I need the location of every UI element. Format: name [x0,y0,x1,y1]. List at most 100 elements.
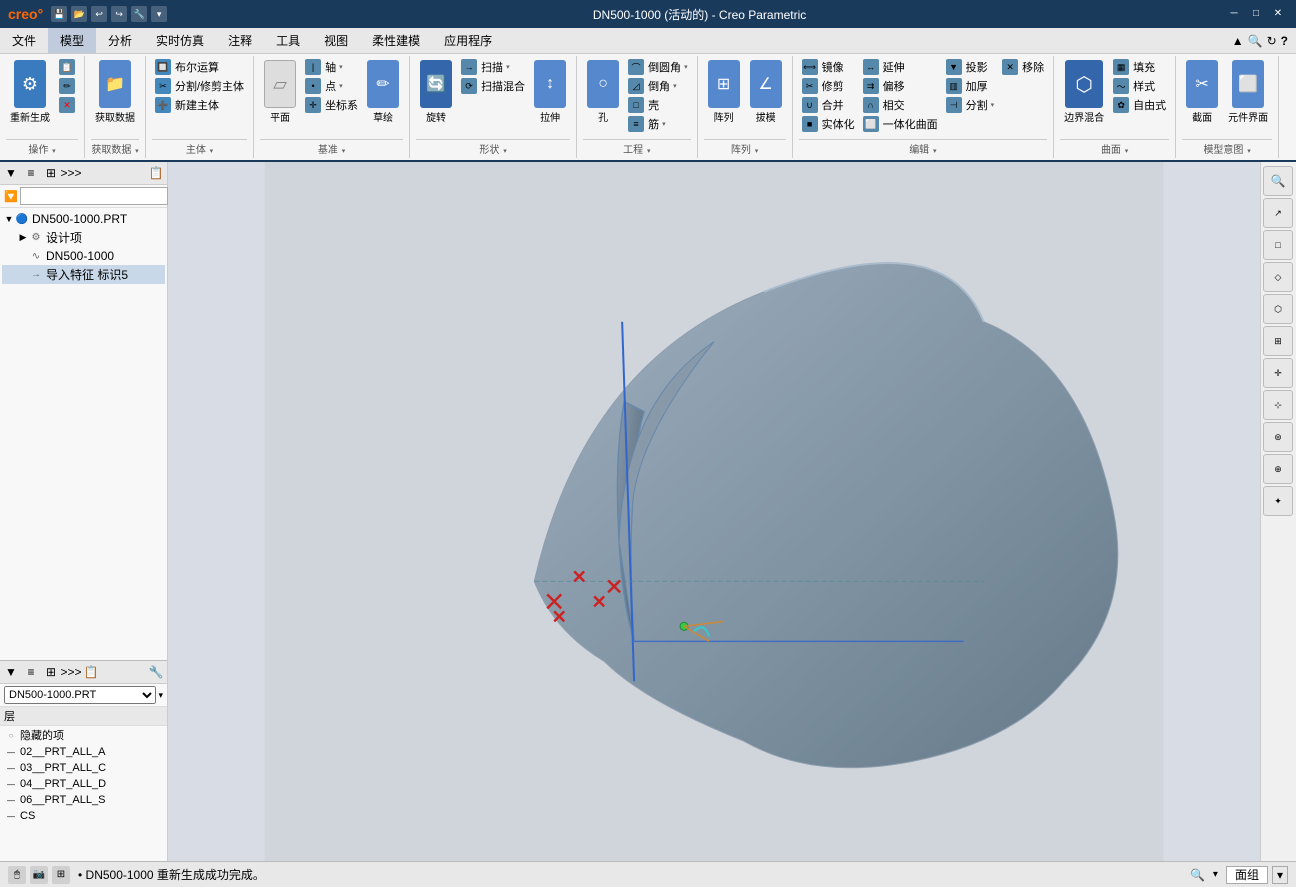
btn-style[interactable]: 〜样式 [1110,77,1169,95]
layer-cs[interactable]: — CS [0,808,167,824]
panel-icon-expand[interactable]: ⊞ [42,164,60,182]
minimize-button[interactable]: ─ [1224,6,1244,22]
nav-up-icon[interactable]: ▲ [1232,34,1244,48]
btn-revolve[interactable]: 🔄 旋转 [416,58,456,126]
btn-sweep-blend[interactable]: ⟳扫描混合 [458,77,528,95]
help-icon[interactable]: ? [1281,34,1288,48]
btn-remove[interactable]: ✕移除 [999,58,1047,76]
menu-simulation[interactable]: 实时仿真 [144,28,216,53]
layer-dropdown[interactable]: DN500-1000.PRT [4,686,156,704]
btn-shell[interactable]: □壳 [625,96,691,114]
layer-04[interactable]: — 04__PRT_ALL_D [0,776,167,792]
btn-hole[interactable]: ○ 孔 [583,58,623,126]
qa-open[interactable]: 📂 [71,6,87,22]
qa-settings[interactable]: 🔧 [131,6,147,22]
layer-02[interactable]: — 02__PRT_ALL_A [0,744,167,760]
btn-split[interactable]: ✂分割/修剪主体 [152,77,247,95]
btn-intersect[interactable]: ∩相交 [860,96,941,114]
panel-icon-clip[interactable]: 📋 [147,164,165,182]
layer-icon-list[interactable]: ≡ [22,663,40,681]
menu-file[interactable]: 文件 [0,28,48,53]
btn-boolean[interactable]: 🔲布尔运算 [152,58,247,76]
btn-newbody[interactable]: ➕新建主体 [152,96,247,114]
btn-thicken[interactable]: ▥加厚 [943,77,998,95]
tree-item-root[interactable]: ▼ 🔵 DN500-1000.PRT [2,210,165,228]
layer-06[interactable]: — 06__PRT_ALL_S [0,792,167,808]
qa-expand[interactable]: ▾ [151,6,167,22]
btn-split-edit[interactable]: ⊣分割▾ [943,96,998,114]
btn-boundary-blend[interactable]: ⬡ 边界混合 [1060,58,1108,126]
tree-expand-root[interactable]: ▼ [4,214,14,224]
menu-annotation[interactable]: 注释 [216,28,264,53]
btn-mirror[interactable]: ⟺镜像 [799,58,858,76]
statusbar-icon-camera[interactable]: 📷 [30,866,48,884]
qa-undo[interactable]: ↩ [91,6,107,22]
tree-filter-input[interactable] [20,187,168,205]
right-btn-grid[interactable]: ⊹ [1263,390,1293,420]
nav-history-icon[interactable]: ↻ [1267,34,1277,48]
btn-op1[interactable]: 📋 [56,58,78,76]
menu-model[interactable]: 模型 [48,28,96,53]
statusbar-search-icon[interactable]: 🔍 [1190,868,1205,882]
btn-solidify[interactable]: ■实体化 [799,115,858,133]
right-btn-add[interactable]: ⊕ [1263,454,1293,484]
right-btn-view4[interactable]: ⬡ [1263,294,1293,324]
btn-regenerate[interactable]: ⚙ 重新生成 [6,58,54,126]
tree-item-dn500[interactable]: ∿ DN500-1000 [2,247,165,265]
right-btn-axis[interactable]: ✛ [1263,358,1293,388]
right-btn-view2[interactable]: □ [1263,230,1293,260]
layer-03[interactable]: — 03__PRT_ALL_C [0,760,167,776]
btn-extrude[interactable]: ↕ 拉伸 [530,58,570,126]
menu-analysis[interactable]: 分析 [96,28,144,53]
btn-section[interactable]: ✂ 截面 [1182,58,1222,126]
menu-flexible[interactable]: 柔性建模 [360,28,432,53]
btn-sketch[interactable]: ✏ 草绘 [363,58,403,126]
right-btn-orient[interactable]: ⊛ [1263,422,1293,452]
menu-tools[interactable]: 工具 [264,28,312,53]
btn-chamfer[interactable]: ◿倒角▾ [625,77,691,95]
layer-hidden[interactable]: ○ 隐藏的项 [0,726,167,744]
close-button[interactable]: ✕ [1268,6,1288,22]
btn-op2[interactable]: ✏ [56,77,78,95]
panel-icon-more[interactable]: >>> [62,164,80,182]
btn-op3[interactable]: ✕ [56,96,78,114]
btn-coord[interactable]: ✛坐标系 [302,96,361,114]
layer-icon-clip[interactable]: 📋 [82,663,100,681]
btn-draft[interactable]: ∠ 拔模 [746,58,786,126]
btn-round[interactable]: ⌒倒圆角▾ [625,58,691,76]
panel-icon-list[interactable]: ≡ [22,164,40,182]
btn-pattern[interactable]: ⊞ 阵列 [704,58,744,126]
tree-item-design[interactable]: ▶ ⚙ 设计项 [2,228,165,247]
right-btn-view1[interactable]: ↗ [1263,198,1293,228]
statusbar-icon-grid[interactable]: ⊞ [52,866,70,884]
tree-item-import[interactable]: → 导入特征 标识5 [2,265,165,284]
statusbar-icon-mouse[interactable]: 🖱 [8,866,26,884]
btn-sweep[interactable]: →扫描▾ [458,58,528,76]
qa-new[interactable]: 💾 [51,6,67,22]
panel-icon-filter[interactable]: ▼ [2,164,20,182]
btn-axis[interactable]: |轴▾ [302,58,361,76]
right-btn-star[interactable]: ✦ [1263,486,1293,516]
layer-icon-settings[interactable]: 🔧 [147,663,165,681]
viewport[interactable] [168,162,1260,861]
btn-freestyle[interactable]: ✿自由式 [1110,96,1169,114]
right-btn-view5[interactable]: ⊞ [1263,326,1293,356]
layer-icon-expand[interactable]: ⊞ [42,663,60,681]
menu-view[interactable]: 视图 [312,28,360,53]
qa-redo[interactable]: ↪ [111,6,127,22]
btn-offset[interactable]: ⇉偏移 [860,77,941,95]
btn-merge[interactable]: ∪合并 [799,96,858,114]
btn-trim[interactable]: ✂修剪 [799,77,858,95]
btn-component-interface[interactable]: ⬜ 元件界面 [1224,58,1272,126]
btn-rib[interactable]: ≡筋▾ [625,115,691,133]
right-btn-zoom[interactable]: 🔍 [1263,166,1293,196]
face-dropdown[interactable]: ▾ [1272,866,1288,884]
maximize-button[interactable]: □ [1246,6,1266,22]
btn-plane[interactable]: ▱ 平面 [260,58,300,126]
btn-point[interactable]: •点▾ [302,77,361,95]
btn-fill[interactable]: ▦填充 [1110,58,1169,76]
btn-unify[interactable]: ⬜一体化曲面 [860,115,941,133]
layer-icon-more[interactable]: >>> [62,663,80,681]
btn-project[interactable]: ▼投影 [943,58,998,76]
search-icon[interactable]: 🔍 [1248,34,1263,48]
